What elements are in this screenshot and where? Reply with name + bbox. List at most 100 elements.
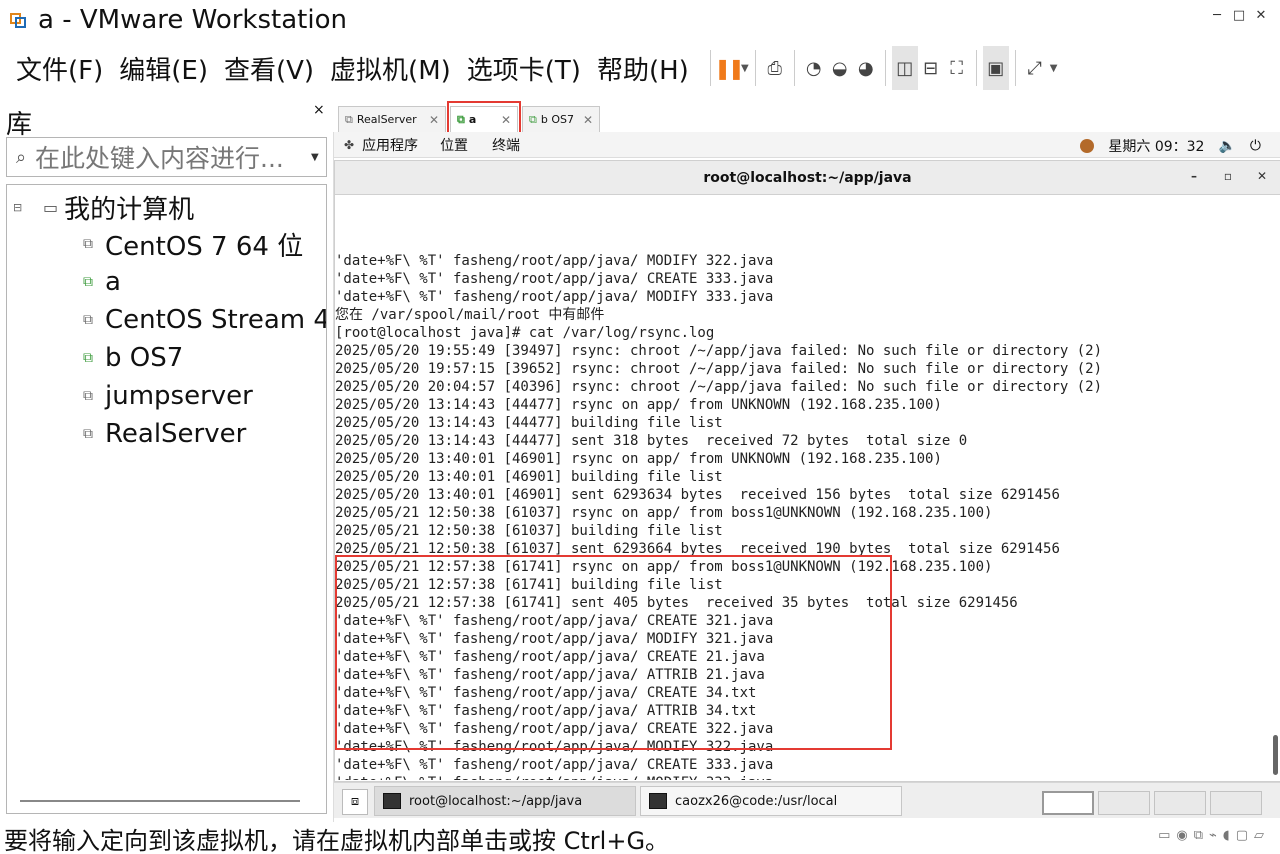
terminal-maximize-button[interactable]: ▫ <box>1211 169 1245 183</box>
taskbar-item-terminal-caozx26[interactable]: caozx26@code:/usr/local <box>640 786 902 816</box>
terminal-line: 'date+%F\ %T' fasheng/root/app/java/ CRE… <box>335 757 774 773</box>
terminal-scrollbar[interactable] <box>1273 735 1278 775</box>
gnome-foot-icon: ✤ <box>344 137 355 152</box>
library-close-button[interactable]: × <box>313 102 325 118</box>
terminal-line: 2025/05/20 13:40:01 [46901] sent 6293634… <box>335 487 1060 503</box>
tab-close-icon[interactable]: ✕ <box>583 113 593 127</box>
gnome-clock[interactable]: 星期六 09：32 <box>1108 136 1204 156</box>
fullscreen-icon[interactable]: ⛶ <box>944 46 970 90</box>
library-title: 库 <box>6 110 33 140</box>
tree-item-b-os7[interactable]: ⧉ b OS7 <box>83 339 183 377</box>
snapshot-manager-icon[interactable]: ◕ <box>853 46 879 90</box>
tree-item-label: b OS7 <box>105 343 184 373</box>
usb-icon[interactable]: ⌁ <box>1209 828 1217 843</box>
tree-item-a[interactable]: ⧉ a <box>83 263 121 301</box>
minimize-button[interactable]: ─ <box>1206 8 1228 23</box>
network-icon[interactable]: ⧉ <box>1194 828 1203 843</box>
snapshot-icon[interactable]: ◔ <box>801 46 827 90</box>
terminal-line: 2025/05/20 20:04:57 [40396] rsync: chroo… <box>335 379 1103 395</box>
menu-vm[interactable]: 虚拟机(M) <box>330 50 451 87</box>
tree-item-realserver[interactable]: ⧉ RealServer <box>83 415 246 453</box>
terminal-line: [root@localhost java]# cat /var/log/rsyn… <box>335 325 715 341</box>
tab-close-icon[interactable]: ✕ <box>429 113 439 127</box>
status-bar: 要将输入定向到该虚拟机，请在虚拟机内部单击或按 Ctrl+G。 ▭ ◉ ⧉ ⌁ … <box>0 822 1280 854</box>
library-view-icon[interactable]: ◫ <box>891 46 918 90</box>
console-view-icon[interactable]: ▣ <box>982 46 1009 90</box>
pause-dropdown-icon[interactable]: ▼ <box>741 63 749 74</box>
stretch-icon[interactable]: ⤢ <box>1022 46 1048 90</box>
toolbar-separator <box>754 50 756 86</box>
display-icon[interactable]: ▢ <box>1236 828 1248 843</box>
workspace-2[interactable] <box>1098 791 1150 815</box>
vmware-logo-icon <box>10 11 28 29</box>
terminal-line: 2025/05/20 13:14:43 [44477] building fil… <box>335 415 723 431</box>
show-desktop-button[interactable]: ⧈ <box>342 789 368 815</box>
maximize-button[interactable]: □ <box>1228 8 1250 23</box>
menu-tabs[interactable]: 选项卡(T) <box>467 50 581 87</box>
vm-console[interactable]: ✤ 应用程序 位置 终端 星期六 09：32 🔈 ⏻ root@localhos… <box>333 132 1280 822</box>
tree-root-my-computer[interactable]: ⊟ ▭ 我的计算机 <box>13 189 194 225</box>
library-horizontal-scrollbar[interactable] <box>20 800 300 802</box>
close-button[interactable]: ✕ <box>1250 8 1272 23</box>
gnome-applications-menu[interactable]: 应用程序 <box>362 135 418 155</box>
terminal-line: 'date+%F\ %T' fasheng/root/app/java/ MOD… <box>335 289 774 305</box>
terminal-line: 您在 /var/spool/mail/root 中有邮件 <box>335 307 605 323</box>
title-bar: a - VMware Workstation ─ □ ✕ <box>0 0 1280 40</box>
menu-file[interactable]: 文件(F) <box>16 50 103 87</box>
collapse-icon[interactable]: ⊟ <box>13 201 27 214</box>
status-message: 要将输入定向到该虚拟机，请在虚拟机内部单击或按 Ctrl+G。 <box>4 826 670 854</box>
taskbar-item-label: root@localhost:~/app/java <box>409 793 583 809</box>
terminal-line: 2025/05/20 19:55:49 [39497] rsync: chroo… <box>335 343 1103 359</box>
pause-icon[interactable]: ❚❚ <box>714 46 744 90</box>
send-ctrl-alt-del-icon[interactable]: ⎙ <box>762 46 788 90</box>
terminal-line: 'date+%F\ %T' fasheng/root/app/java/ MOD… <box>335 253 774 269</box>
device-status-icons: ▭ ◉ ⧉ ⌁ ◖ ▢ ▱ <box>1158 828 1264 843</box>
weather-icon <box>1080 139 1095 153</box>
terminal-close-button[interactable]: ✕ <box>1245 169 1279 183</box>
terminal-title: root@localhost:~/app/java <box>703 169 912 186</box>
workspace-4[interactable] <box>1210 791 1262 815</box>
library-tree: ⊟ ▭ 我的计算机 ⧉ CentOS 7 64 位 ⧉ a ⧉ CentOS S… <box>6 184 327 814</box>
tree-item-centos-stream[interactable]: ⧉ CentOS Stream 4 <box>83 301 326 339</box>
gnome-places-menu[interactable]: 位置 <box>440 135 468 155</box>
sound-icon[interactable]: ◖ <box>1223 828 1230 843</box>
terminal-controls: – ▫ ✕ <box>1177 169 1279 183</box>
terminal-line: 2025/05/20 19:57:15 [39652] rsync: chroo… <box>335 361 1103 377</box>
tab-realserver[interactable]: ⧉ RealServer ✕ <box>338 106 446 132</box>
tree-item-centos7[interactable]: ⧉ CentOS 7 64 位 <box>83 225 303 263</box>
tree-item-label: RealServer <box>105 419 247 449</box>
workspace-3[interactable] <box>1154 791 1206 815</box>
thumbnail-view-icon[interactable]: ⊟ <box>918 46 944 90</box>
terminal-icon <box>383 793 401 809</box>
message-icon[interactable]: ▱ <box>1254 828 1264 843</box>
terminal-line: 'date+%F\ %T' fasheng/root/app/java/ CRE… <box>335 271 774 287</box>
stretch-dropdown-icon[interactable]: ▼ <box>1050 63 1058 74</box>
vm-running-icon: ⧉ <box>529 112 537 126</box>
cd-rom-icon[interactable]: ◉ <box>1176 828 1187 843</box>
toolbar-separator <box>975 50 977 86</box>
tree-item-jumpserver[interactable]: ⧉ jumpserver <box>83 377 253 415</box>
power-icon[interactable]: ⏻ <box>1250 138 1261 154</box>
tab-b-os7[interactable]: ⧉ b OS7 ✕ <box>522 106 600 132</box>
terminal-line: 2025/05/20 13:14:43 [44477] sent 318 byt… <box>335 433 968 449</box>
terminal-minimize-button[interactable]: – <box>1177 169 1211 183</box>
tree-item-label: jumpserver <box>105 381 253 411</box>
workspace-1[interactable] <box>1042 791 1094 815</box>
terminal-line: 2025/05/21 12:50:38 [61037] rsync on app… <box>335 505 993 521</box>
tree-item-label: a <box>105 267 121 297</box>
revert-snapshot-icon[interactable]: ◒ <box>827 46 853 90</box>
vmware-window: a - VMware Workstation ─ □ ✕ 文件(F) 编辑(E)… <box>0 0 1280 854</box>
search-dropdown-icon[interactable]: ▼ <box>311 152 319 163</box>
output-highlight-box <box>335 555 892 750</box>
library-search-input[interactable]: ⌕ 在此处键入内容进行... ▼ <box>6 137 327 177</box>
taskbar-item-terminal-root[interactable]: root@localhost:~/app/java <box>374 786 636 816</box>
terminal-line: 2025/05/20 13:40:01 [46901] rsync on app… <box>335 451 942 467</box>
volume-icon[interactable]: 🔈 <box>1218 138 1235 154</box>
menu-view[interactable]: 查看(V) <box>224 50 314 87</box>
gnome-terminal-menu[interactable]: 终端 <box>492 135 520 155</box>
menu-help[interactable]: 帮助(H) <box>597 50 689 87</box>
hard-disk-icon[interactable]: ▭ <box>1158 828 1170 843</box>
menu-edit[interactable]: 编辑(E) <box>119 50 208 87</box>
taskbar-item-label: caozx26@code:/usr/local <box>675 793 838 809</box>
toolbar-separator <box>793 50 795 86</box>
